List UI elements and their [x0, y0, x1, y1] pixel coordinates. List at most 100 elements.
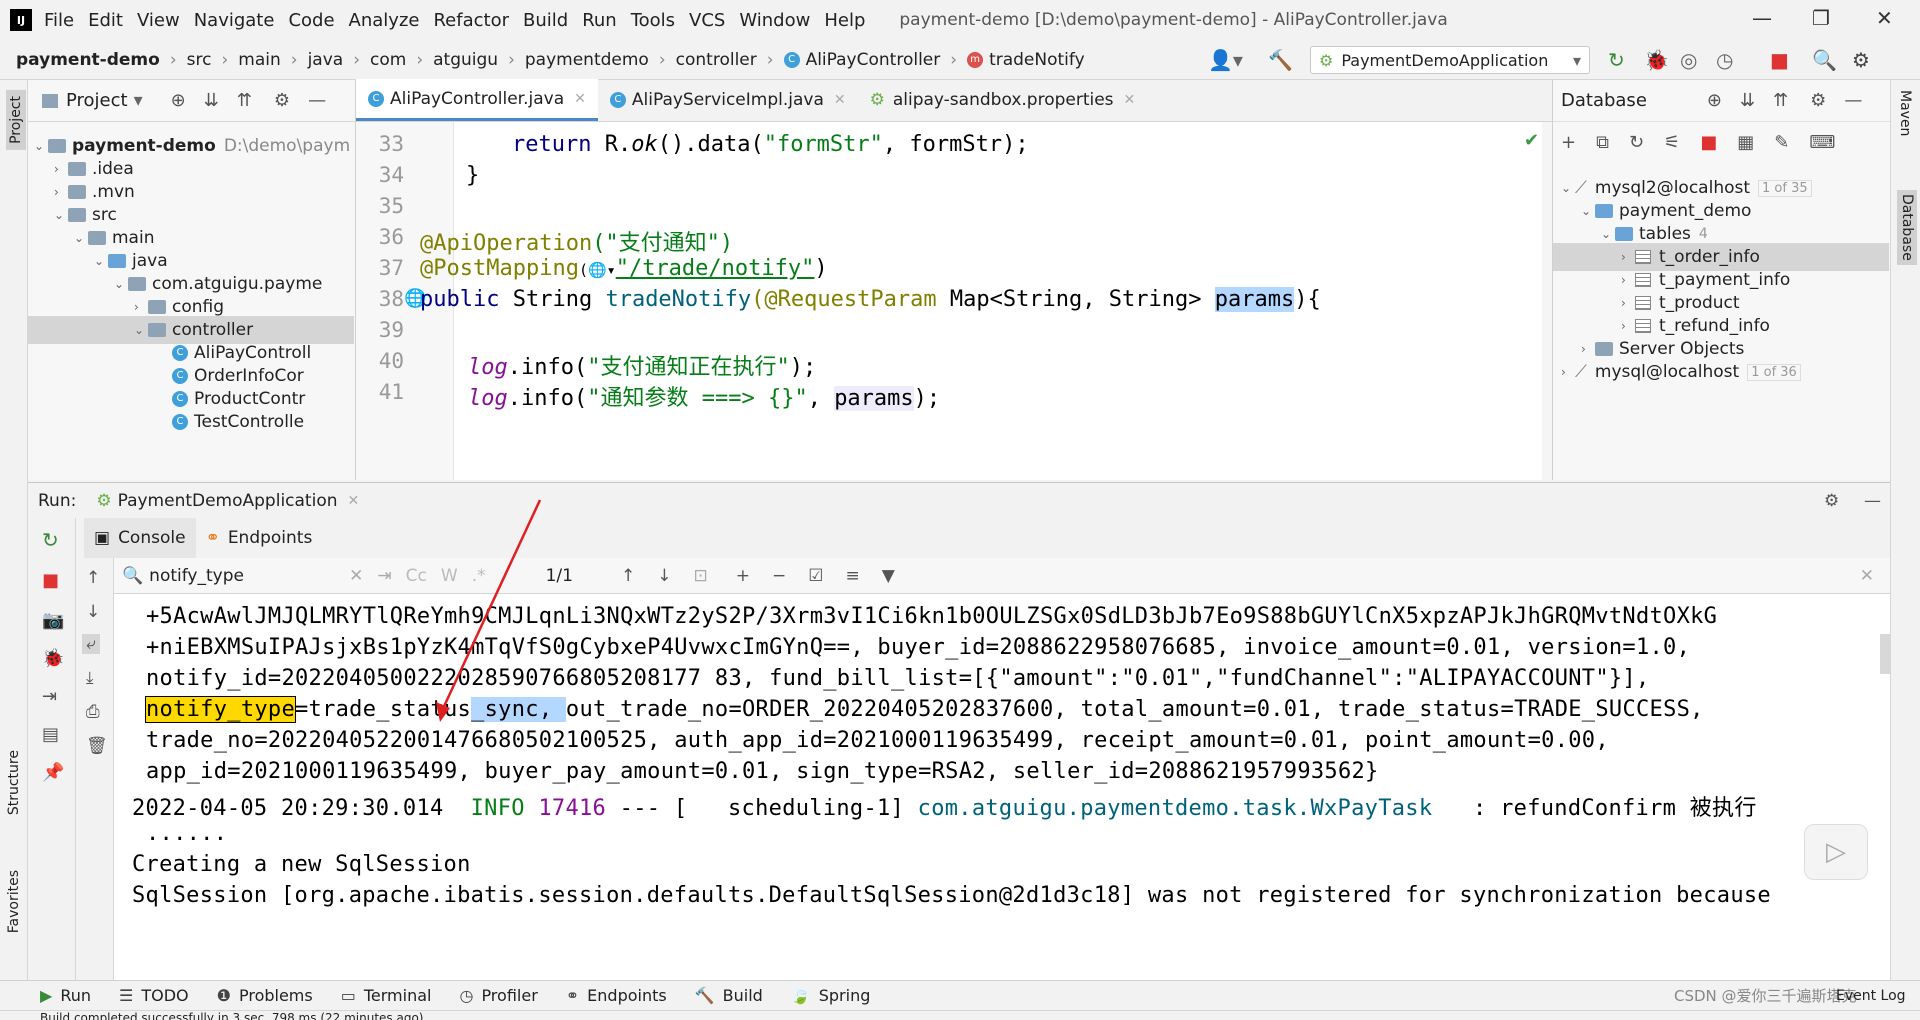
- tree-item-test-controller[interactable]: C TestControlle: [172, 408, 304, 436]
- endpoints-tool-button[interactable]: ⚭ Endpoints: [566, 986, 667, 1005]
- menu-edit[interactable]: Edit: [88, 10, 123, 31]
- debug-icon[interactable]: 🐞: [1644, 48, 1669, 72]
- run-configuration-select[interactable]: ⚙ PaymentDemoApplication ▾: [1310, 46, 1590, 74]
- minimize-icon[interactable]: —: [1752, 6, 1772, 30]
- terminal-tool-button[interactable]: ▭ Terminal: [341, 986, 432, 1005]
- breadcrumb-com[interactable]: com: [370, 50, 406, 70]
- arrow-down-icon[interactable]: ↓: [86, 602, 100, 622]
- hide-icon[interactable]: —: [1844, 90, 1862, 111]
- event-log-button[interactable]: Event Log: [1836, 988, 1906, 1004]
- previous-match-icon[interactable]: ↑: [621, 566, 635, 586]
- run-tab-app[interactable]: PaymentDemoApplication: [118, 491, 338, 511]
- add-occurrence-icon[interactable]: +: [736, 566, 750, 586]
- hide-icon[interactable]: —: [1864, 491, 1881, 511]
- tab-console[interactable]: ▣ Console: [84, 518, 196, 558]
- menu-navigate[interactable]: Navigate: [194, 10, 275, 31]
- problems-tool-button[interactable]: ❶ Problems: [217, 986, 313, 1005]
- collapse-all-icon[interactable]: ⇈: [1773, 90, 1788, 111]
- chevron-down-icon[interactable]: ▾: [134, 90, 143, 111]
- search-everywhere-icon[interactable]: 🔍: [1812, 48, 1837, 72]
- camera-icon[interactable]: 📷: [42, 610, 64, 631]
- schema-icon[interactable]: ⚟: [1664, 132, 1680, 153]
- database-tool-button[interactable]: Database: [1897, 190, 1917, 265]
- close-tab-icon[interactable]: ✕: [574, 91, 586, 107]
- close-icon[interactable]: ✕: [1876, 6, 1893, 30]
- menu-view[interactable]: View: [137, 10, 180, 31]
- maven-tool-button[interactable]: Maven: [1897, 90, 1913, 136]
- tab-endpoints[interactable]: ⚭ Endpoints: [196, 518, 323, 558]
- next-match-icon[interactable]: ↓: [657, 566, 671, 586]
- hide-icon[interactable]: —: [308, 90, 326, 111]
- menu-window[interactable]: Window: [739, 10, 810, 31]
- profile-icon[interactable]: ◷: [1716, 48, 1733, 72]
- clear-search-icon[interactable]: ✕: [349, 566, 363, 586]
- remove-occurrence-icon[interactable]: −: [772, 566, 786, 586]
- select-all-occurrences-icon[interactable]: ☑: [808, 566, 823, 586]
- spring-tool-button[interactable]: 🍃 Spring: [791, 986, 871, 1005]
- breadcrumb-atguigu[interactable]: atguigu: [433, 50, 498, 70]
- refresh-icon[interactable]: ↻: [1629, 132, 1644, 153]
- rerun-icon[interactable]: ↻: [42, 528, 59, 552]
- console-scrollbar-thumb[interactable]: [1880, 634, 1890, 674]
- editor-scrollbar[interactable]: [1542, 122, 1552, 480]
- run-tool-button[interactable]: ▶ Run: [40, 986, 91, 1005]
- menu-refactor[interactable]: Refactor: [433, 10, 509, 31]
- tab-alipay-service-impl[interactable]: C AliPayServiceImpl.java ✕: [598, 79, 858, 121]
- build-tool-button[interactable]: 🔨 Build: [695, 986, 763, 1005]
- play-overlay-icon[interactable]: ▷: [1804, 824, 1868, 880]
- debug-icon[interactable]: 🐞: [42, 648, 64, 669]
- tab-alipay-sandbox-properties[interactable]: ⚙ alipay-sandbox.properties ✕: [858, 79, 1148, 121]
- stop-icon[interactable]: ■: [42, 570, 59, 591]
- menu-run[interactable]: Run: [582, 10, 617, 31]
- breadcrumb-src[interactable]: src: [187, 50, 212, 70]
- menu-analyze[interactable]: Analyze: [349, 10, 420, 31]
- stop-icon[interactable]: ■: [1700, 132, 1717, 153]
- exit-icon[interactable]: ⇥: [42, 686, 57, 707]
- structure-tool-button[interactable]: Structure: [6, 750, 22, 815]
- gear-icon[interactable]: ⚙: [1824, 491, 1839, 511]
- settings-icon[interactable]: ⚙: [1852, 48, 1870, 72]
- favorites-tool-button[interactable]: Favorites: [6, 870, 22, 933]
- rerun-icon[interactable]: ↻: [1608, 48, 1625, 72]
- close-tab-icon[interactable]: ✕: [834, 92, 846, 108]
- project-tool-button[interactable]: Project: [6, 90, 26, 150]
- layout-icon[interactable]: ▤: [42, 724, 59, 745]
- select-all-icon[interactable]: ⊡: [693, 566, 707, 586]
- menu-tools[interactable]: Tools: [631, 10, 675, 31]
- user-icon[interactable]: 👤▾: [1208, 48, 1243, 72]
- coverage-icon[interactable]: ◎: [1680, 48, 1697, 72]
- pin-icon[interactable]: 📌: [42, 762, 64, 783]
- history-icon[interactable]: ⇥: [377, 566, 391, 586]
- expand-all-icon[interactable]: ⇊: [204, 90, 219, 111]
- hammer-icon[interactable]: 🔨: [1268, 48, 1293, 72]
- collapse-all-icon[interactable]: ⇈: [237, 90, 252, 111]
- breadcrumb-project[interactable]: payment-demo: [16, 50, 160, 70]
- restore-icon[interactable]: ❐: [1812, 6, 1830, 30]
- breadcrumb-class[interactable]: AliPayController: [806, 50, 941, 70]
- console-output[interactable]: +5AcwAwlJMJQLMRYTlQReYmh9CMJLqnLi3NQxWTz…: [114, 594, 1890, 980]
- menu-build[interactable]: Build: [523, 10, 568, 31]
- close-tab-icon[interactable]: ✕: [348, 493, 360, 509]
- wrap-icon[interactable]: ≡: [845, 566, 859, 586]
- edit-icon[interactable]: ✎: [1774, 132, 1789, 153]
- breadcrumb-main[interactable]: main: [238, 50, 280, 70]
- trash-icon[interactable]: 🗑: [86, 736, 108, 756]
- soft-wrap-icon[interactable]: ⤶: [82, 634, 100, 654]
- copy-icon[interactable]: ⧉: [1596, 132, 1609, 153]
- close-tab-icon[interactable]: ✕: [1124, 92, 1136, 108]
- profiler-tool-button[interactable]: ◷ Profiler: [459, 986, 537, 1005]
- print-icon[interactable]: ⎙: [86, 702, 100, 722]
- search-input[interactable]: notify_type: [149, 566, 349, 586]
- code-editor[interactable]: C AliPayController.java ✕ C AliPayServiceIm…: [356, 79, 1552, 480]
- console-icon[interactable]: ⌨: [1809, 132, 1835, 153]
- menu-vcs[interactable]: VCS: [689, 10, 725, 31]
- breadcrumb-method[interactable]: tradeNotify: [989, 50, 1085, 70]
- filter-icon[interactable]: ▼: [882, 566, 895, 586]
- expand-all-icon[interactable]: ⇊: [1740, 90, 1755, 111]
- menu-help[interactable]: Help: [824, 10, 865, 31]
- menu-code[interactable]: Code: [288, 10, 334, 31]
- db-datasource-mysql[interactable]: › ⟋ mysql@localhost 1 of 36: [1561, 358, 1801, 386]
- globe-icon[interactable]: (🌐▾: [579, 261, 616, 279]
- table-icon[interactable]: ▦: [1737, 132, 1754, 153]
- project-panel-title[interactable]: Project: [66, 90, 128, 111]
